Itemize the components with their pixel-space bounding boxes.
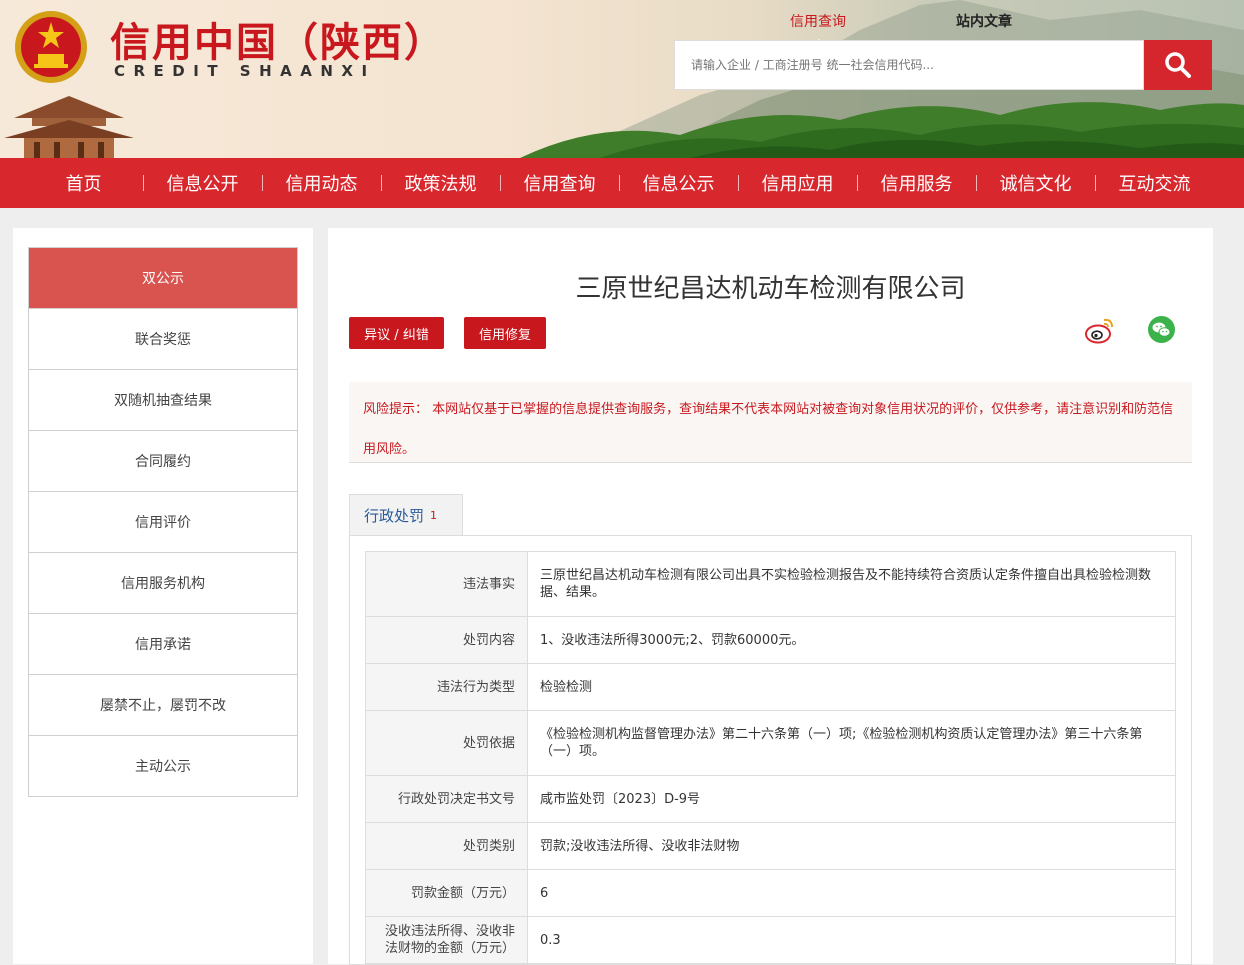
company-name: 三原世纪昌达机动车检测有限公司 — [575, 274, 966, 304]
nav-item-credit-news[interactable]: 信用动态 — [262, 170, 381, 196]
row-label: 罚款金额（万元） — [365, 869, 528, 917]
nav-item-interaction[interactable]: 互动交流 — [1095, 170, 1214, 196]
row-label: 行政处罚决定书文号 — [365, 775, 528, 823]
row-value: 三原世纪昌达机动车检测有限公司出具不实检验检测报告及不能持续符合资质认定条件擅自… — [527, 551, 1176, 617]
nav-item-home[interactable]: 首页 — [24, 170, 143, 196]
search-tab-credit[interactable]: 信用查询 — [790, 11, 846, 44]
main-content: 三原世纪昌达机动车检测有限公司 异议 / 纠错 信用修复 风险提示： 本网站仅基… — [328, 228, 1213, 965]
penalty-table: 违法事实 三原世纪昌达机动车检测有限公司出具不实检验检测报告及不能持续符合资质认… — [365, 551, 1176, 964]
table-row: 违法事实 三原世纪昌达机动车检测有限公司出具不实检验检测报告及不能持续符合资质认… — [365, 551, 1176, 617]
site-subtitle: CREDIT SHAANXI — [114, 62, 376, 80]
search-box — [674, 40, 1144, 90]
penalty-panel: 违法事实 三原世纪昌达机动车检测有限公司出具不实检验检测报告及不能持续符合资质认… — [349, 535, 1192, 965]
nav-item-credit-query[interactable]: 信用查询 — [500, 170, 619, 196]
sidebar-item-joint-reward-punishment[interactable]: 联合奖惩 — [29, 309, 297, 370]
row-label: 处罚内容 — [365, 616, 528, 664]
row-value: 6 — [527, 869, 1176, 917]
search-button[interactable] — [1144, 40, 1212, 90]
row-label: 没收违法所得、没收非法财物的金额（万元） — [365, 916, 528, 964]
nav-item-info-publicity[interactable]: 信息公示 — [619, 170, 738, 196]
row-value: 检验检测 — [527, 663, 1176, 711]
nav-item-info-open[interactable]: 信息公开 — [143, 170, 262, 196]
table-row: 违法行为类型 检验检测 — [365, 663, 1176, 711]
row-value: 《检验检测机构监督管理办法》第二十六条第（一）项;《检验检测机构资质认定管理办法… — [527, 710, 1176, 776]
sidebar-item-double-publicity[interactable]: 双公示 — [29, 248, 297, 309]
wechat-icon[interactable] — [1148, 316, 1175, 343]
table-row: 处罚依据 《检验检测机构监督管理办法》第二十六条第（一）项;《检验检测机构资质认… — [365, 710, 1176, 776]
nav-item-policies[interactable]: 政策法规 — [381, 170, 500, 196]
table-row: 处罚内容 1、没收违法所得3000元;2、罚款60000元。 — [365, 616, 1176, 664]
sidebar-menu: 双公示 联合奖惩 双随机抽查结果 合同履约 信用评价 信用服务机构 信用承诺 屡… — [28, 247, 298, 797]
nav-item-credit-application[interactable]: 信用应用 — [738, 170, 857, 196]
search-input[interactable] — [675, 41, 1143, 89]
nav-item-integrity-culture[interactable]: 诚信文化 — [976, 170, 1095, 196]
row-value: 罚款;没收违法所得、没收非法财物 — [527, 822, 1176, 870]
row-value: 0.3 — [527, 916, 1176, 964]
sidebar-item-credit-service-agency[interactable]: 信用服务机构 — [29, 553, 297, 614]
site-header: 信用中国（陕西） CREDIT SHAANXI 信用查询 站内文章 — [0, 0, 1244, 158]
row-value: 咸市监处罚〔2023〕D-9号 — [527, 775, 1176, 823]
row-label: 违法事实 — [365, 551, 528, 617]
pagoda-illustration — [4, 96, 134, 158]
row-label: 处罚类别 — [365, 822, 528, 870]
tab-count-badge: 1 — [430, 509, 438, 522]
site-title: 信用中国（陕西） — [110, 20, 446, 66]
sidebar-item-credit-commitment[interactable]: 信用承诺 — [29, 614, 297, 675]
search-tab-articles[interactable]: 站内文章 — [956, 11, 1012, 31]
credit-repair-button[interactable]: 信用修复 — [464, 317, 546, 349]
table-row: 处罚类别 罚款;没收违法所得、没收非法财物 — [365, 822, 1176, 870]
nav-item-credit-service[interactable]: 信用服务 — [857, 170, 976, 196]
search-icon — [1165, 52, 1191, 78]
row-label: 违法行为类型 — [365, 663, 528, 711]
table-row: 行政处罚决定书文号 咸市监处罚〔2023〕D-9号 — [365, 775, 1176, 823]
row-label: 处罚依据 — [365, 710, 528, 776]
row-value: 1、没收违法所得3000元;2、罚款60000元。 — [527, 616, 1176, 664]
sidebar-item-active-publicity[interactable]: 主动公示 — [29, 736, 297, 797]
table-row: 没收违法所得、没收非法财物的金额（万元） 0.3 — [365, 916, 1176, 964]
sidebar-item-repeat-offenders[interactable]: 屡禁不止，屡罚不改 — [29, 675, 297, 736]
sidebar: 双公示 联合奖惩 双随机抽查结果 合同履约 信用评价 信用服务机构 信用承诺 屡… — [13, 228, 313, 964]
sidebar-item-credit-evaluation[interactable]: 信用评价 — [29, 492, 297, 553]
sidebar-item-contract-performance[interactable]: 合同履约 — [29, 431, 297, 492]
sidebar-item-random-inspection[interactable]: 双随机抽查结果 — [29, 370, 297, 431]
weibo-icon[interactable] — [1085, 316, 1115, 344]
objection-button[interactable]: 异议 / 纠错 — [349, 317, 444, 349]
tab-label: 行政处罚 — [364, 507, 425, 525]
main-nav: 首页 信息公开 信用动态 政策法规 信用查询 信息公示 信用应用 信用服务 诚信… — [0, 158, 1244, 208]
table-row: 罚款金额（万元） 6 — [365, 869, 1176, 917]
risk-notice: 风险提示： 本网站仅基于已掌握的信息提供查询服务，查询结果不代表本网站对被查询对… — [349, 382, 1192, 463]
national-emblem-icon — [15, 11, 87, 83]
tab-administrative-penalty[interactable]: 行政处罚 1 — [349, 494, 463, 536]
